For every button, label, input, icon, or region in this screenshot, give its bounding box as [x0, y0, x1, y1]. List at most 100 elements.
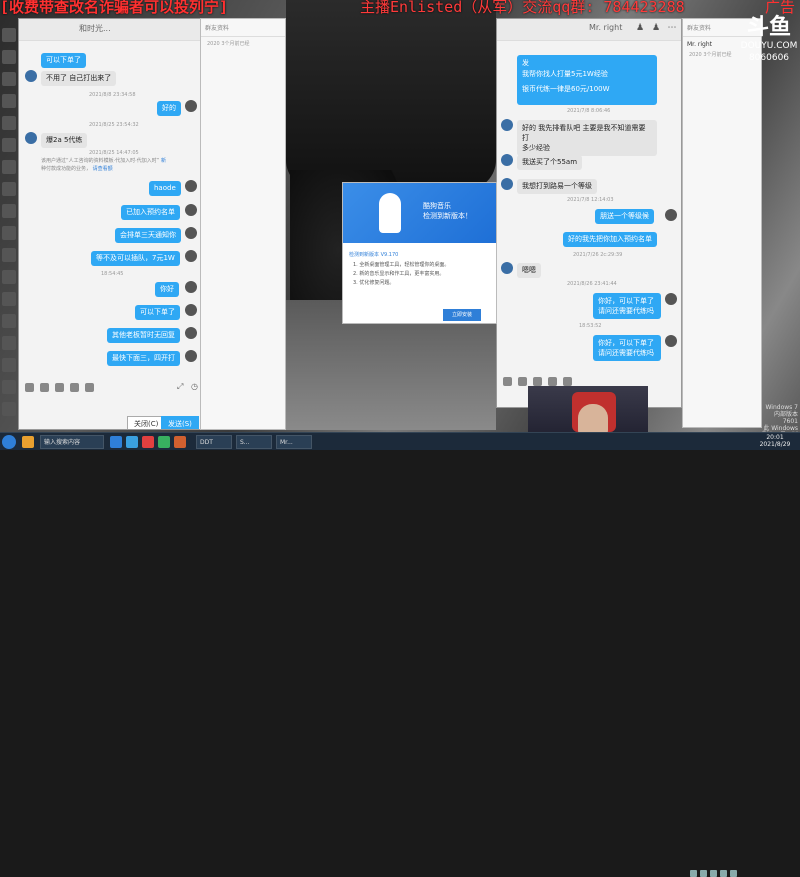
desktop-icon[interactable]: [2, 336, 16, 350]
system-tray: [690, 870, 737, 877]
avatar[interactable]: [185, 100, 197, 112]
avatar[interactable]: [185, 327, 197, 339]
taskbar-app-s[interactable]: S...: [236, 435, 272, 449]
keyboard-icon[interactable]: [518, 377, 527, 386]
desktop-icon[interactable]: [2, 226, 16, 240]
avatar[interactable]: [665, 209, 677, 221]
chat-message: 我送买了个55am: [517, 155, 583, 170]
dialog-version: 检测到新版本 V9.170: [349, 252, 399, 258]
chat-message: 好的我先把你加入预约名单: [563, 232, 657, 247]
app-icon[interactable]: [174, 436, 186, 448]
desktop-icon[interactable]: [2, 50, 16, 64]
chat-message: haode: [149, 181, 181, 196]
avatar[interactable]: [185, 350, 197, 362]
folder-icon[interactable]: [22, 436, 34, 448]
desktop-icon[interactable]: [2, 292, 16, 306]
timestamp: 2021/7/8 8:06:46: [567, 108, 611, 114]
battery-icon[interactable]: [730, 870, 737, 877]
volume-icon[interactable]: [700, 870, 707, 877]
sidebar-tab-profile[interactable]: 群友资料: [201, 19, 285, 37]
timestamp: 2021/8/25 14:47:05: [89, 150, 139, 156]
avatar[interactable]: [185, 180, 197, 192]
scissors-icon[interactable]: [533, 377, 542, 386]
desktop-icon[interactable]: [2, 138, 16, 152]
feature-item: 3. 优化修复问题。: [353, 280, 395, 286]
timestamp: 2021/8/26 23:41:44: [567, 281, 617, 287]
avatar[interactable]: [185, 204, 197, 216]
security-icon[interactable]: [720, 870, 727, 877]
expand-icon[interactable]: ⤢: [177, 382, 183, 392]
taskbar-app-mr[interactable]: Mr...: [276, 435, 312, 449]
browser-icon[interactable]: [110, 436, 122, 448]
avatar[interactable]: [185, 281, 197, 293]
network-icon[interactable]: [690, 870, 697, 877]
desktop-icon[interactable]: [2, 204, 16, 218]
dialog-title-line1: 酷狗音乐: [423, 202, 451, 210]
desktop-icon[interactable]: [2, 270, 16, 284]
start-button[interactable]: [2, 435, 16, 449]
system-notice: 种付款成功能的业务， 请查看额: [41, 166, 113, 172]
taskbar-app-ddt[interactable]: DDT: [196, 435, 232, 449]
chat-message: 你好: [155, 282, 179, 297]
ime-icon[interactable]: [710, 870, 717, 877]
desktop-icon[interactable]: [2, 182, 16, 196]
image-icon[interactable]: [70, 383, 79, 392]
avatar[interactable]: [501, 119, 513, 131]
chat-message: 已加入预约名单: [121, 205, 180, 220]
qq-icon[interactable]: [126, 436, 138, 448]
desktop-icon[interactable]: [2, 380, 16, 394]
desktop-icon[interactable]: [2, 72, 16, 86]
install-button[interactable]: 立即安装: [443, 309, 481, 321]
system-notice: 该用户通过“人工咨询的资料模板·代加入时·代加入时” 新: [41, 158, 166, 164]
right-chat-titlebar[interactable]: Mr. right ♟ ♟ ⋯: [497, 19, 681, 41]
history-icon[interactable]: ◷: [191, 382, 198, 391]
taskbar-clock[interactable]: 20:01 2021/8/29: [752, 434, 798, 448]
folder-icon[interactable]: [85, 383, 94, 392]
emoji-icon[interactable]: [503, 377, 512, 386]
chat-message-group: 发 我帮你找人打量5元1W经验 银币代练一律是60元/100W: [517, 55, 657, 105]
image-icon[interactable]: [548, 377, 557, 386]
update-dialog-header: 酷狗音乐 检测到新版本！: [343, 183, 496, 243]
emoji-icon[interactable]: [25, 383, 34, 392]
avatar[interactable]: [665, 335, 677, 347]
chat-message: 我想打到路易一个等级: [517, 179, 597, 194]
desktop-icon[interactable]: [2, 314, 16, 328]
right-chat-title: Mr. right: [589, 23, 623, 32]
chat-message: 嗯嗯: [517, 263, 541, 278]
desktop-icon[interactable]: [2, 160, 16, 174]
scissors-icon[interactable]: [55, 383, 64, 392]
avatar[interactable]: [501, 154, 513, 166]
avatar[interactable]: [25, 132, 37, 144]
sidebar-subtext: 2020 3个月前已经: [207, 41, 250, 47]
left-banner: [收费带查改名诈骗者可以投列宁]: [0, 0, 229, 16]
timestamp: 18:54:45: [101, 271, 124, 277]
keyboard-icon[interactable]: [40, 383, 49, 392]
chrome-icon[interactable]: [158, 436, 170, 448]
add-user-icon[interactable]: ♟: [635, 23, 645, 33]
folder-icon[interactable]: [563, 377, 572, 386]
desktop-icon[interactable]: [2, 28, 16, 42]
desktop-icon[interactable]: [2, 116, 16, 130]
more-icon[interactable]: ⋯: [667, 23, 677, 33]
update-dialog: 酷狗音乐 检测到新版本！ 检测到新版本 V9.170 1. 全新桌面管理工具，轻…: [342, 182, 497, 324]
desktop-icon[interactable]: [2, 248, 16, 262]
douyu-logo: 斗鱼 DOUYU.COM 8060606: [740, 15, 798, 64]
send-button[interactable]: 发送(S): [161, 416, 199, 429]
chat-toolbar: [503, 377, 572, 386]
avatar[interactable]: [501, 262, 513, 274]
media-icon[interactable]: [142, 436, 154, 448]
avatar[interactable]: [185, 250, 197, 262]
avatar[interactable]: [501, 178, 513, 190]
group-icon[interactable]: ♟: [651, 23, 661, 33]
avatar[interactable]: [185, 304, 197, 316]
chat-message: 最快下面三，四开打: [107, 351, 180, 366]
desktop-icon[interactable]: [2, 402, 16, 416]
taskbar-search[interactable]: 输入搜索内容: [40, 435, 104, 449]
avatar[interactable]: [185, 227, 197, 239]
avatar[interactable]: [25, 70, 37, 82]
close-button[interactable]: 关闭(C): [127, 416, 166, 429]
chat-message: 你好，可以下单了 请问还需要代练吗: [593, 293, 661, 319]
desktop-icon[interactable]: [2, 358, 16, 372]
desktop-icon[interactable]: [2, 94, 16, 108]
avatar[interactable]: [665, 293, 677, 305]
